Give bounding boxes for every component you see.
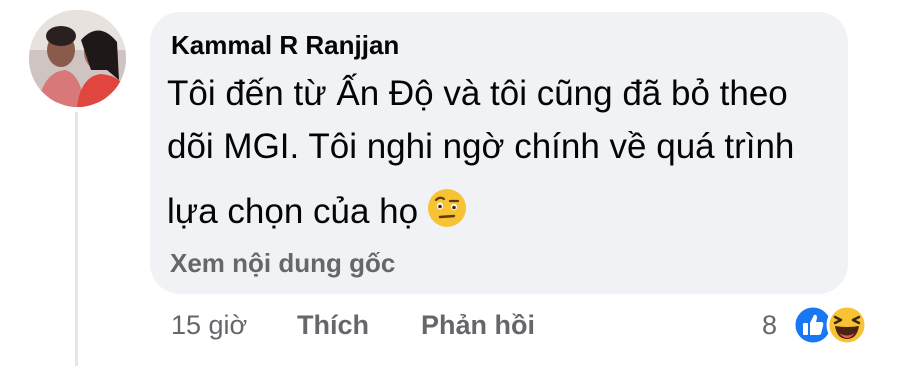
like-button[interactable]: Thích — [297, 310, 369, 341]
avatar-photo — [29, 10, 126, 107]
comment-text-segment: lựa chọn của họ — [167, 192, 419, 231]
comment-text-line: lựa chọn của họ — [167, 187, 468, 232]
face-with-raised-eyebrow-icon — [428, 189, 467, 227]
haha-reaction-icon — [826, 304, 868, 346]
comment-author[interactable]: Kammal R Ranjjan — [171, 30, 399, 61]
comment-text-line: dõi MGI. Tôi nghi ngờ chính về quá trình — [167, 127, 795, 166]
avatar[interactable] — [29, 10, 126, 107]
reaction-count: 8 — [762, 310, 778, 340]
comment-timestamp[interactable]: 15 giờ — [171, 310, 247, 341]
see-original-link[interactable]: Xem nội dung gốc — [170, 248, 395, 279]
thread-line — [75, 112, 78, 366]
comment-text-line: Tôi đến từ Ấn Độ và tôi cũng đã bỏ theo — [167, 74, 788, 113]
reply-button[interactable]: Phản hồi — [421, 310, 535, 341]
